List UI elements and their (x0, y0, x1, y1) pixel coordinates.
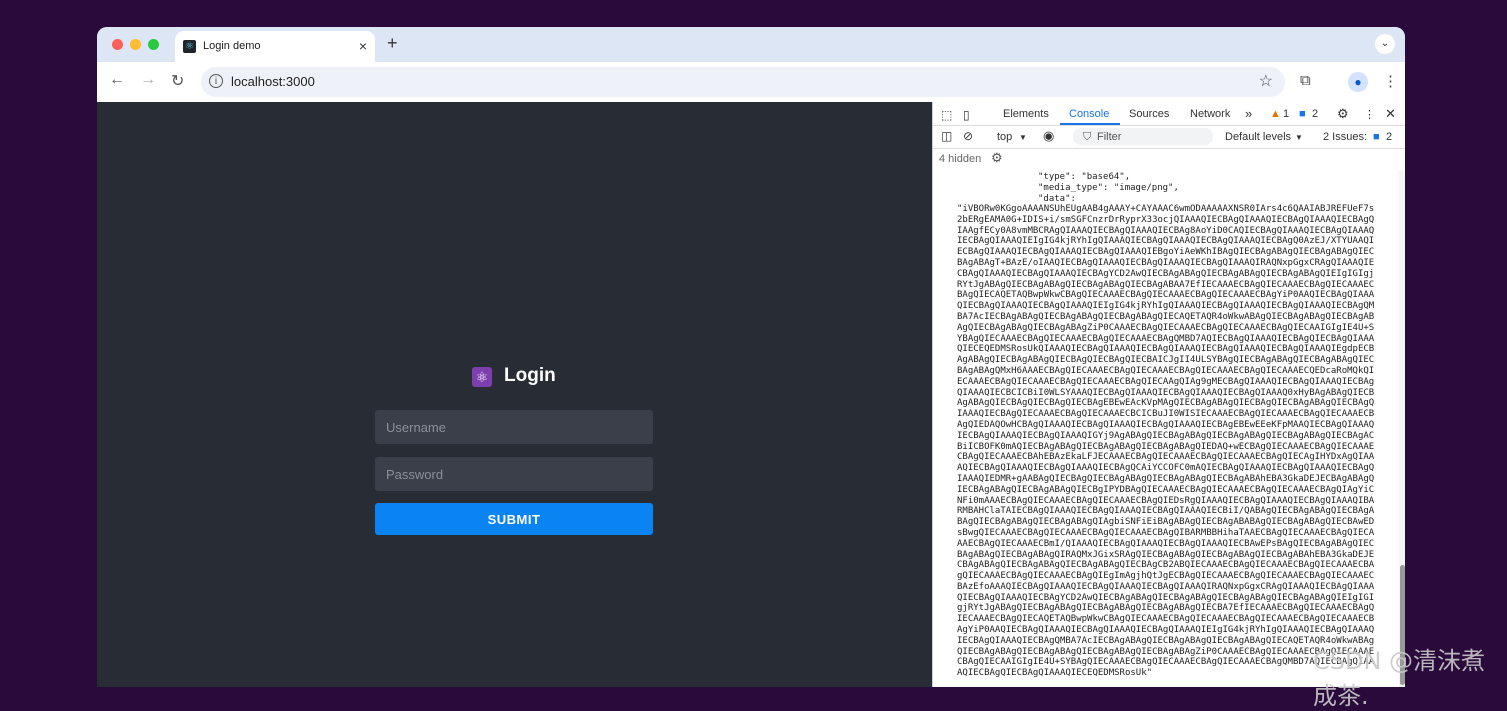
browser-menu-icon[interactable]: ⋮ (1383, 72, 1398, 90)
new-tab-button[interactable]: + (387, 33, 398, 54)
address-bar[interactable]: i localhost:3000 ☆ (201, 67, 1285, 97)
username-input[interactable] (375, 410, 653, 444)
issues-label[interactable]: 2 Issues: (1323, 131, 1367, 143)
devtools-menu-icon[interactable]: ⋮ (1364, 108, 1375, 121)
watermark-text: CSDN @清沫煮成茶. (1313, 647, 1486, 710)
message-count[interactable]: 2 (1312, 108, 1318, 120)
context-select[interactable]: top (997, 131, 1012, 143)
console-filter-input[interactable]: ⛉ Filter (1073, 128, 1213, 145)
tab-network[interactable]: Network (1190, 108, 1230, 120)
warning-count[interactable]: 1 (1283, 108, 1289, 120)
issues-icon[interactable]: ■ (1373, 131, 1380, 143)
devtools-panel: ⬚ ▯ Elements Console Sources Network » ▲… (932, 102, 1405, 687)
minimize-window-button[interactable] (130, 39, 141, 50)
console-toolbar: ◫ ⊘ top ▼ ◉ ⛉ Filter Default levels ▼ 2 … (933, 125, 1405, 149)
filter-icon: ⛉ (1083, 131, 1092, 143)
issues-count[interactable]: 2 (1386, 131, 1392, 143)
back-arrow-icon[interactable]: ← (109, 71, 125, 89)
profile-avatar-icon[interactable]: ● (1348, 72, 1368, 92)
context-dropdown-icon[interactable]: ▼ (1019, 133, 1027, 142)
tab-elements[interactable]: Elements (1003, 108, 1049, 120)
login-heading: ⚛ Login (472, 365, 592, 389)
console-output: "type": "base64", "media_type": "image/p… (933, 170, 1399, 687)
url-text[interactable]: localhost:3000 (231, 74, 315, 89)
reload-icon[interactable]: ↻ (171, 71, 184, 91)
tab-search-button[interactable]: ⌄ (1375, 34, 1395, 54)
bookmark-star-icon[interactable]: ☆ (1259, 71, 1273, 91)
levels-dropdown-icon[interactable]: ▼ (1295, 133, 1303, 142)
console-settings-gear-icon[interactable]: ⚙ (991, 150, 1003, 166)
json-data-value: "iVBORw0KGgoAAAANSUhEUgAAB4gAAAY+CAYAAAC… (957, 204, 1375, 679)
forward-arrow-icon[interactable]: → (140, 71, 156, 89)
react-favicon-icon: ⚛ (183, 40, 196, 53)
tab-sources[interactable]: Sources (1129, 108, 1169, 120)
settings-gear-icon[interactable]: ⚙ (1337, 106, 1349, 122)
clear-console-icon[interactable]: ⊘ (963, 129, 973, 143)
message-icon[interactable]: ■ (1299, 108, 1306, 120)
devtools-tab-bar: ⬚ ▯ Elements Console Sources Network » ▲… (933, 102, 1405, 126)
hidden-messages-label: 4 hidden (939, 153, 982, 165)
warning-icon[interactable]: ▲ (1270, 108, 1281, 120)
close-window-button[interactable] (112, 39, 123, 50)
json-media-type-line: "media_type": "image/png", (1038, 183, 1179, 193)
submit-button[interactable]: SUBMIT (375, 503, 653, 535)
filter-placeholder: Filter (1097, 131, 1122, 143)
maximize-window-button[interactable] (148, 39, 159, 50)
close-devtools-icon[interactable]: ✕ (1385, 106, 1396, 122)
browser-window: ⚛ Login demo × + ⌄ ← → ↻ i localhost:300… (97, 27, 1405, 687)
more-tabs-icon[interactable]: » (1245, 106, 1252, 121)
react-logo-icon: ⚛ (472, 367, 492, 387)
browser-toolbar: ← → ↻ i localhost:3000 ☆ ⧉ ● ⋮ (97, 62, 1405, 102)
json-type-line: "type": "base64", (1038, 172, 1131, 182)
close-tab-icon[interactable]: × (359, 38, 367, 54)
console-scrollbar[interactable] (1399, 170, 1405, 687)
live-expression-eye-icon[interactable]: ◉ (1043, 128, 1054, 144)
browser-tab[interactable]: ⚛ Login demo × (175, 31, 375, 62)
tab-title: Login demo (203, 40, 261, 52)
inspect-element-icon[interactable]: ⬚ (941, 108, 952, 122)
extensions-icon[interactable]: ⧉ (1300, 72, 1311, 89)
login-title: Login (504, 365, 556, 386)
site-info-icon[interactable]: i (209, 74, 223, 88)
password-input[interactable] (375, 457, 653, 491)
tab-console[interactable]: Console (1069, 108, 1109, 120)
login-page: ⚛ Login SUBMIT (97, 102, 932, 687)
device-toolbar-icon[interactable]: ▯ (963, 108, 970, 122)
tab-strip: ⚛ Login demo × + ⌄ (97, 27, 1405, 62)
log-levels-select[interactable]: Default levels (1225, 131, 1291, 143)
sidebar-toggle-icon[interactable]: ◫ (941, 129, 952, 143)
